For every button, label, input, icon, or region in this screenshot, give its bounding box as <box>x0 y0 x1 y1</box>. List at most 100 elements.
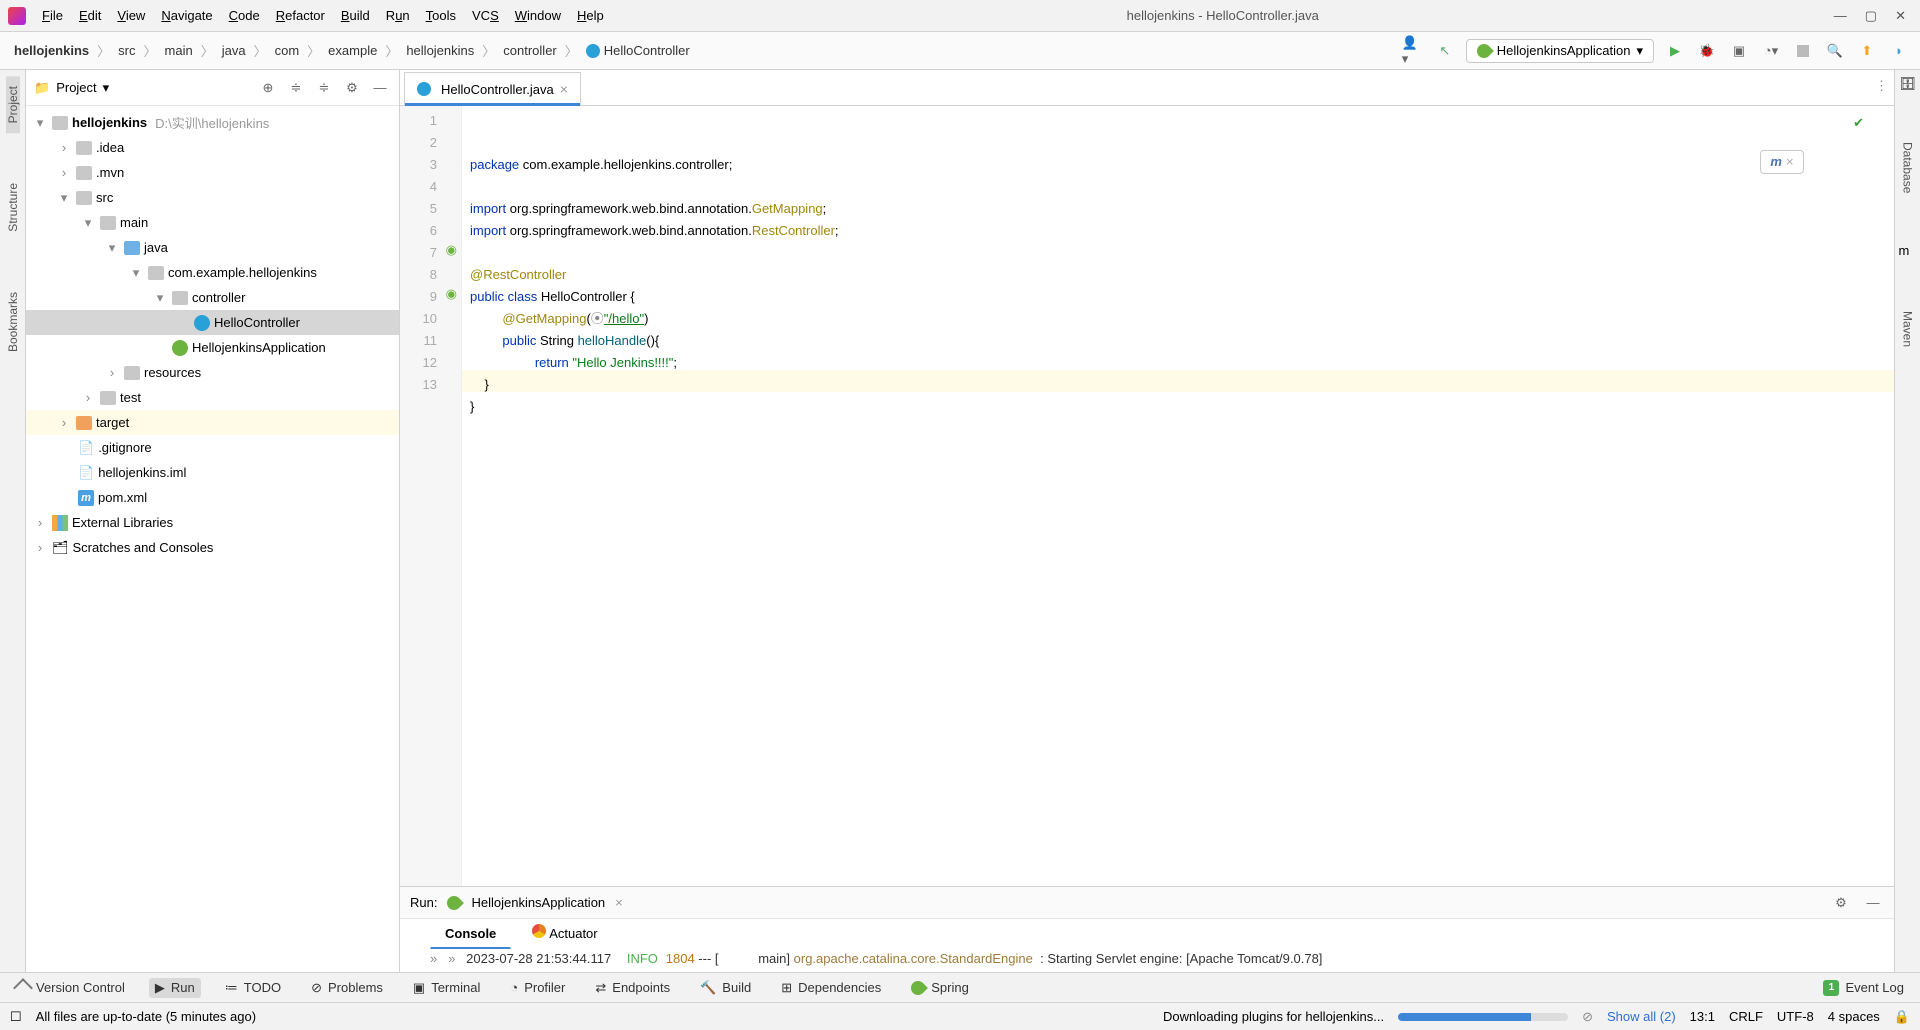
event-log[interactable]: 1 Event Log <box>1817 978 1910 998</box>
menu-help[interactable]: Help <box>569 4 612 27</box>
project-title[interactable]: Project <box>56 80 96 95</box>
tool-todo[interactable]: ≔ TODO <box>219 978 287 998</box>
tree-item[interactable]: ▾main <box>26 210 399 235</box>
tool-bookmarks[interactable]: Bookmarks <box>6 282 20 362</box>
menu-code[interactable]: Code <box>221 4 268 27</box>
menu-refactor[interactable]: Refactor <box>268 4 333 27</box>
tree-item[interactable]: ▾com.example.hellojenkins <box>26 260 399 285</box>
debug-button[interactable]: 🐞 <box>1696 40 1718 62</box>
hide-icon[interactable]: — <box>1862 892 1884 914</box>
search-icon[interactable]: 🔍 <box>1824 40 1846 62</box>
tool-terminal[interactable]: ▣ Terminal <box>407 978 486 998</box>
close-tab-icon[interactable]: × <box>560 81 568 97</box>
breadcrumb-item[interactable]: main <box>161 41 197 60</box>
ok-check-icon[interactable]: ✔ <box>1853 112 1864 134</box>
menu-run[interactable]: Run <box>378 4 418 27</box>
build-icon[interactable]: ↖ <box>1434 40 1456 62</box>
tool-spring[interactable]: Spring <box>905 978 975 997</box>
run-tab-console[interactable]: Console <box>430 919 511 949</box>
tree-item[interactable]: ▾src <box>26 185 399 210</box>
vcs-status-icon[interactable]: ☐ <box>10 1009 22 1025</box>
tree-item[interactable]: HellojenkinsApplication <box>26 335 399 360</box>
collapse-icon[interactable]: ≑ <box>313 77 335 99</box>
tool-dependencies[interactable]: ⊞ Dependencies <box>775 978 887 998</box>
menu-edit[interactable]: Edit <box>71 4 109 27</box>
tree-item[interactable]: ›target <box>26 410 399 435</box>
spring-gutter-icon[interactable]: ◉ <box>441 286 457 302</box>
menu-tools[interactable]: Tools <box>418 4 464 27</box>
menu-build[interactable]: Build <box>333 4 378 27</box>
project-tree[interactable]: ▾hellojenkinsD:\实训\hellojenkins ›.idea ›… <box>26 106 399 972</box>
maximize-icon[interactable]: ▢ <box>1865 8 1877 24</box>
tool-endpoints[interactable]: ⇄ Endpoints <box>589 978 676 998</box>
run-button[interactable]: ▶ <box>1664 40 1686 62</box>
menu-vcs[interactable]: VCS <box>464 4 507 27</box>
tool-database[interactable]: Database <box>1901 132 1915 203</box>
breadcrumb-item[interactable]: HelloController <box>582 41 694 61</box>
menu-window[interactable]: Window <box>507 4 569 27</box>
spring-gutter-icon[interactable]: ◉ <box>441 242 457 258</box>
run-console[interactable]: » » 2023-07-28 21:53:44.117 INFO 1804 --… <box>400 949 1894 972</box>
close-run-tab-icon[interactable]: × <box>615 895 623 910</box>
code-editor[interactable]: package com.example.hellojenkins.control… <box>462 106 1894 886</box>
gear-icon[interactable]: ⚙ <box>1830 892 1852 914</box>
tool-project[interactable]: Project <box>6 76 20 133</box>
tool-structure[interactable]: Structure <box>6 173 20 242</box>
breadcrumb-item[interactable]: java <box>218 41 250 60</box>
tool-problems[interactable]: ⊘ Problems <box>305 978 389 998</box>
user-icon[interactable]: 👤▾ <box>1402 40 1424 62</box>
breadcrumb-item[interactable]: com <box>271 41 304 60</box>
tree-item[interactable]: 📄hellojenkins.iml <box>26 460 399 485</box>
show-all-link[interactable]: Show all (2) <box>1607 1009 1676 1024</box>
db-icon[interactable]: 🗄 <box>1899 76 1916 92</box>
tree-item[interactable]: ›resources <box>26 360 399 385</box>
tree-item[interactable]: ›.idea <box>26 135 399 160</box>
encoding[interactable]: UTF-8 <box>1777 1009 1814 1024</box>
tree-item[interactable]: ›test <box>26 385 399 410</box>
locate-icon[interactable]: ⊕ <box>257 77 279 99</box>
menu-file[interactable]: File <box>34 4 71 27</box>
lock-icon[interactable]: 🔒 <box>1894 1009 1910 1025</box>
expand-icon[interactable]: ≑ <box>285 77 307 99</box>
profile-button[interactable]: ◔▾ <box>1760 40 1782 62</box>
tree-item[interactable]: ›🗂Scratches and Consoles <box>26 535 399 560</box>
menu-navigate[interactable]: Navigate <box>153 4 220 27</box>
chevron-down-icon[interactable]: ▾ <box>103 80 110 96</box>
tree-item-selected[interactable]: HelloController <box>26 310 399 335</box>
tree-item[interactable]: mpom.xml <box>26 485 399 510</box>
tool-maven[interactable]: Maven <box>1901 301 1915 357</box>
indent[interactable]: 4 spaces <box>1828 1009 1880 1024</box>
gear-icon[interactable]: ⚙ <box>341 77 363 99</box>
tool-run[interactable]: ▶ Run <box>149 978 201 998</box>
editor-tab[interactable]: HelloController.java × <box>404 72 581 105</box>
tree-item[interactable]: 📄.gitignore <box>26 435 399 460</box>
coverage-button[interactable]: ▣ <box>1728 40 1750 62</box>
tree-item[interactable]: ›External Libraries <box>26 510 399 535</box>
cancel-progress-icon[interactable]: ⊘ <box>1582 1009 1593 1025</box>
tree-root[interactable]: ▾hellojenkinsD:\实训\hellojenkins <box>26 110 399 135</box>
breadcrumb-item[interactable]: hellojenkins <box>10 41 93 60</box>
hide-icon[interactable]: — <box>369 77 391 99</box>
run-tab-actuator[interactable]: Actuator <box>517 917 612 949</box>
tree-item[interactable]: ▾controller <box>26 285 399 310</box>
run-config-selector[interactable]: HellojenkinsApplication ▾ <box>1466 39 1654 63</box>
close-icon[interactable]: ✕ <box>1895 8 1906 24</box>
tree-item[interactable]: ▾java <box>26 235 399 260</box>
minimize-icon[interactable]: — <box>1834 8 1847 24</box>
maven-reload-badge[interactable]: m× <box>1760 150 1804 174</box>
tabs-more-icon[interactable]: ⋮ <box>1875 78 1888 94</box>
tool-build[interactable]: 🔨 Build <box>694 978 757 998</box>
editor-gutter[interactable]: 123456 78910111213 ◉ ◉ <box>400 106 462 886</box>
update-icon[interactable]: ⬆ <box>1856 40 1878 62</box>
tree-item[interactable]: ›.mvn <box>26 160 399 185</box>
line-separator[interactable]: CRLF <box>1729 1009 1763 1024</box>
breadcrumb-item[interactable]: example <box>324 41 381 60</box>
ide-icon[interactable]: ◗ <box>1888 40 1910 62</box>
breadcrumb-item[interactable]: src <box>114 41 139 60</box>
menu-view[interactable]: View <box>109 4 153 27</box>
stop-button[interactable] <box>1792 40 1814 62</box>
caret-position[interactable]: 13:1 <box>1690 1009 1715 1024</box>
tool-vcs[interactable]: Version Control <box>10 978 131 997</box>
maven-icon[interactable]: m <box>1899 243 1917 261</box>
breadcrumb-item[interactable]: controller <box>499 41 560 60</box>
